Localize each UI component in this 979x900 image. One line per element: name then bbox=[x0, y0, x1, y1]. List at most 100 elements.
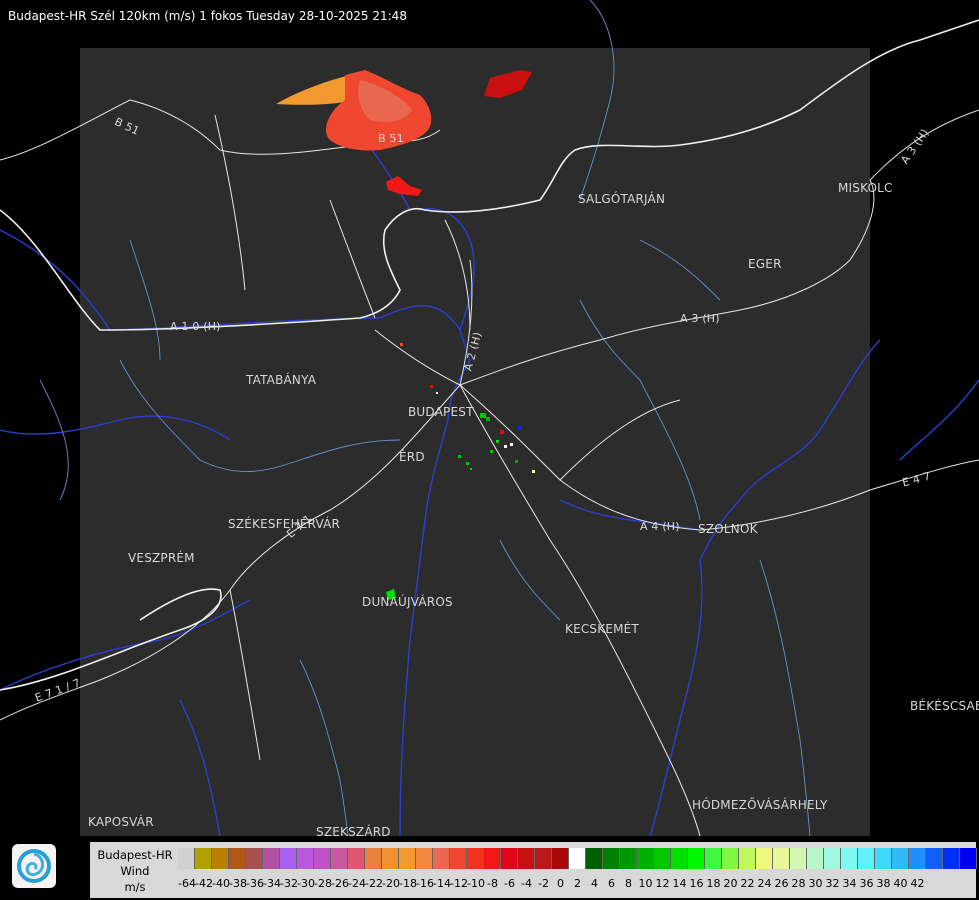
legend-tick-label: -24 bbox=[348, 877, 366, 890]
legend-swatch bbox=[212, 848, 229, 869]
legend-swatch bbox=[569, 848, 586, 869]
legend-swatch bbox=[246, 848, 263, 869]
legend-swatch bbox=[416, 848, 433, 869]
legend-swatch bbox=[705, 848, 722, 869]
legend-tick-label: 34 bbox=[842, 877, 857, 890]
legend-tick-label: -8 bbox=[487, 877, 498, 890]
legend-tick-label: -16 bbox=[416, 877, 434, 890]
legend-swatch bbox=[807, 848, 824, 869]
legend-tick-label: 16 bbox=[689, 877, 704, 890]
legend-swatch bbox=[671, 848, 688, 869]
city-label: SALGÓTARJÁN bbox=[578, 192, 666, 206]
legend-tick-label: -14 bbox=[433, 877, 451, 890]
legend-tick-label: -6 bbox=[504, 877, 515, 890]
legend-tick-label: 26 bbox=[774, 877, 789, 890]
legend-tick-label: 28 bbox=[791, 877, 806, 890]
legend-swatch bbox=[841, 848, 858, 869]
legend-swatch bbox=[331, 848, 348, 869]
city-label: ÉRD bbox=[399, 450, 425, 464]
city-label: BUDAPEST bbox=[408, 405, 474, 419]
legend-tick-label: 14 bbox=[672, 877, 687, 890]
legend-tick-label: 2 bbox=[574, 877, 581, 890]
legend-swatch bbox=[518, 848, 535, 869]
city-label: MISKOLC bbox=[838, 181, 893, 195]
legend-tick-label: -34 bbox=[263, 877, 281, 890]
city-label: SZOLNOK bbox=[698, 522, 758, 536]
color-legend: Budapest-HR Wind m/s -64 -42 -40 -38 -36 -34-… bbox=[90, 842, 977, 898]
legend-swatch bbox=[824, 848, 841, 869]
city-label: SZEKSZÁRD bbox=[316, 825, 391, 839]
legend-swatch bbox=[399, 848, 416, 869]
legend-swatch bbox=[501, 848, 518, 869]
legend-swatch bbox=[263, 848, 280, 869]
legend-tick-label: 30 bbox=[808, 877, 823, 890]
legend-swatch bbox=[365, 848, 382, 869]
legend-tick-label: 20 bbox=[723, 877, 738, 890]
legend-swatch bbox=[892, 848, 909, 869]
legend-tick-label: -18 bbox=[399, 877, 417, 890]
legend-tick-label: 10 bbox=[638, 877, 653, 890]
legend-swatch bbox=[603, 848, 620, 869]
legend-swatch bbox=[722, 848, 739, 869]
legend-swatch bbox=[943, 848, 960, 869]
legend-swatch bbox=[382, 848, 399, 869]
legend-tick-label: -28 bbox=[314, 877, 332, 890]
legend-swatch bbox=[314, 848, 331, 869]
legend-swatch bbox=[348, 848, 365, 869]
legend-tick-label: -26 bbox=[331, 877, 349, 890]
legend-swatch bbox=[637, 848, 654, 869]
legend-line-1: Budapest-HR bbox=[97, 848, 173, 862]
legend-title: Budapest-HR Wind m/s bbox=[90, 842, 180, 895]
legend-tick-label: -10 bbox=[467, 877, 485, 890]
legend-swatch bbox=[229, 848, 246, 869]
legend-tick-label: 40 bbox=[893, 877, 908, 890]
city-label: SZÉKESFEHÉRVÁR bbox=[228, 517, 341, 531]
city-label: KECSKEMÉT bbox=[565, 622, 639, 636]
map-title: Budapest-HR Szél 120km (m/s) 1 fokos Tue… bbox=[8, 9, 407, 23]
city-label: TATABÁNYA bbox=[246, 373, 317, 387]
legend-tick-label: 18 bbox=[706, 877, 721, 890]
legend-swatch bbox=[280, 848, 297, 869]
city-label: EGER bbox=[748, 257, 782, 271]
legend-swatch bbox=[195, 848, 212, 869]
legend-tick-label: -64 bbox=[178, 877, 196, 890]
city-label: HÓDMEZŐVÁSÁRHELY bbox=[692, 798, 828, 812]
road-label: B 51 bbox=[378, 132, 404, 145]
legend-tick-label: -2 bbox=[538, 877, 549, 890]
legend-swatch bbox=[739, 848, 756, 869]
legend-swatch bbox=[790, 848, 807, 869]
weather-service-logo bbox=[12, 844, 56, 888]
city-label: DUNAÚJVÁROS bbox=[362, 595, 453, 609]
legend-swatch bbox=[552, 848, 569, 869]
legend-swatch bbox=[960, 848, 977, 869]
city-label: KAPOSVÁR bbox=[88, 815, 154, 829]
legend-ticks: -64 -42 -40 -38 -36 -34 -32 -30 -28 -26 -24 -22 -20-… bbox=[178, 877, 926, 890]
legend-tick-label: -22 bbox=[365, 877, 383, 890]
legend-swatch bbox=[756, 848, 773, 869]
legend-tick-label: -20 bbox=[382, 877, 400, 890]
legend-tick-label: -32 bbox=[280, 877, 298, 890]
legend-swatch bbox=[586, 848, 603, 869]
legend-tick-label: -40 bbox=[212, 877, 230, 890]
swirl-icon bbox=[17, 849, 51, 883]
legend-swatch bbox=[654, 848, 671, 869]
legend-line-2: Wind bbox=[120, 864, 150, 878]
legend-tick-label: -36 bbox=[246, 877, 264, 890]
legend-swatch bbox=[535, 848, 552, 869]
legend-tick-label: 6 bbox=[608, 877, 615, 890]
legend-swatch bbox=[484, 848, 501, 869]
legend-swatch bbox=[297, 848, 314, 869]
road-label: A 1 0 (H) bbox=[170, 320, 221, 333]
legend-tick-label: 38 bbox=[876, 877, 891, 890]
legend-swatch bbox=[450, 848, 467, 869]
legend-swatch bbox=[909, 848, 926, 869]
legend-tick-label: -4 bbox=[521, 877, 532, 890]
legend-tick-label: -38 bbox=[229, 877, 247, 890]
legend-tick-label: -30 bbox=[297, 877, 315, 890]
legend-swatch bbox=[467, 848, 484, 869]
legend-tick-label: 36 bbox=[859, 877, 874, 890]
legend-tick-label: 32 bbox=[825, 877, 840, 890]
road-label: A 4 (H) bbox=[640, 520, 680, 533]
legend-tick-label: 12 bbox=[655, 877, 670, 890]
legend-swatch bbox=[433, 848, 450, 869]
